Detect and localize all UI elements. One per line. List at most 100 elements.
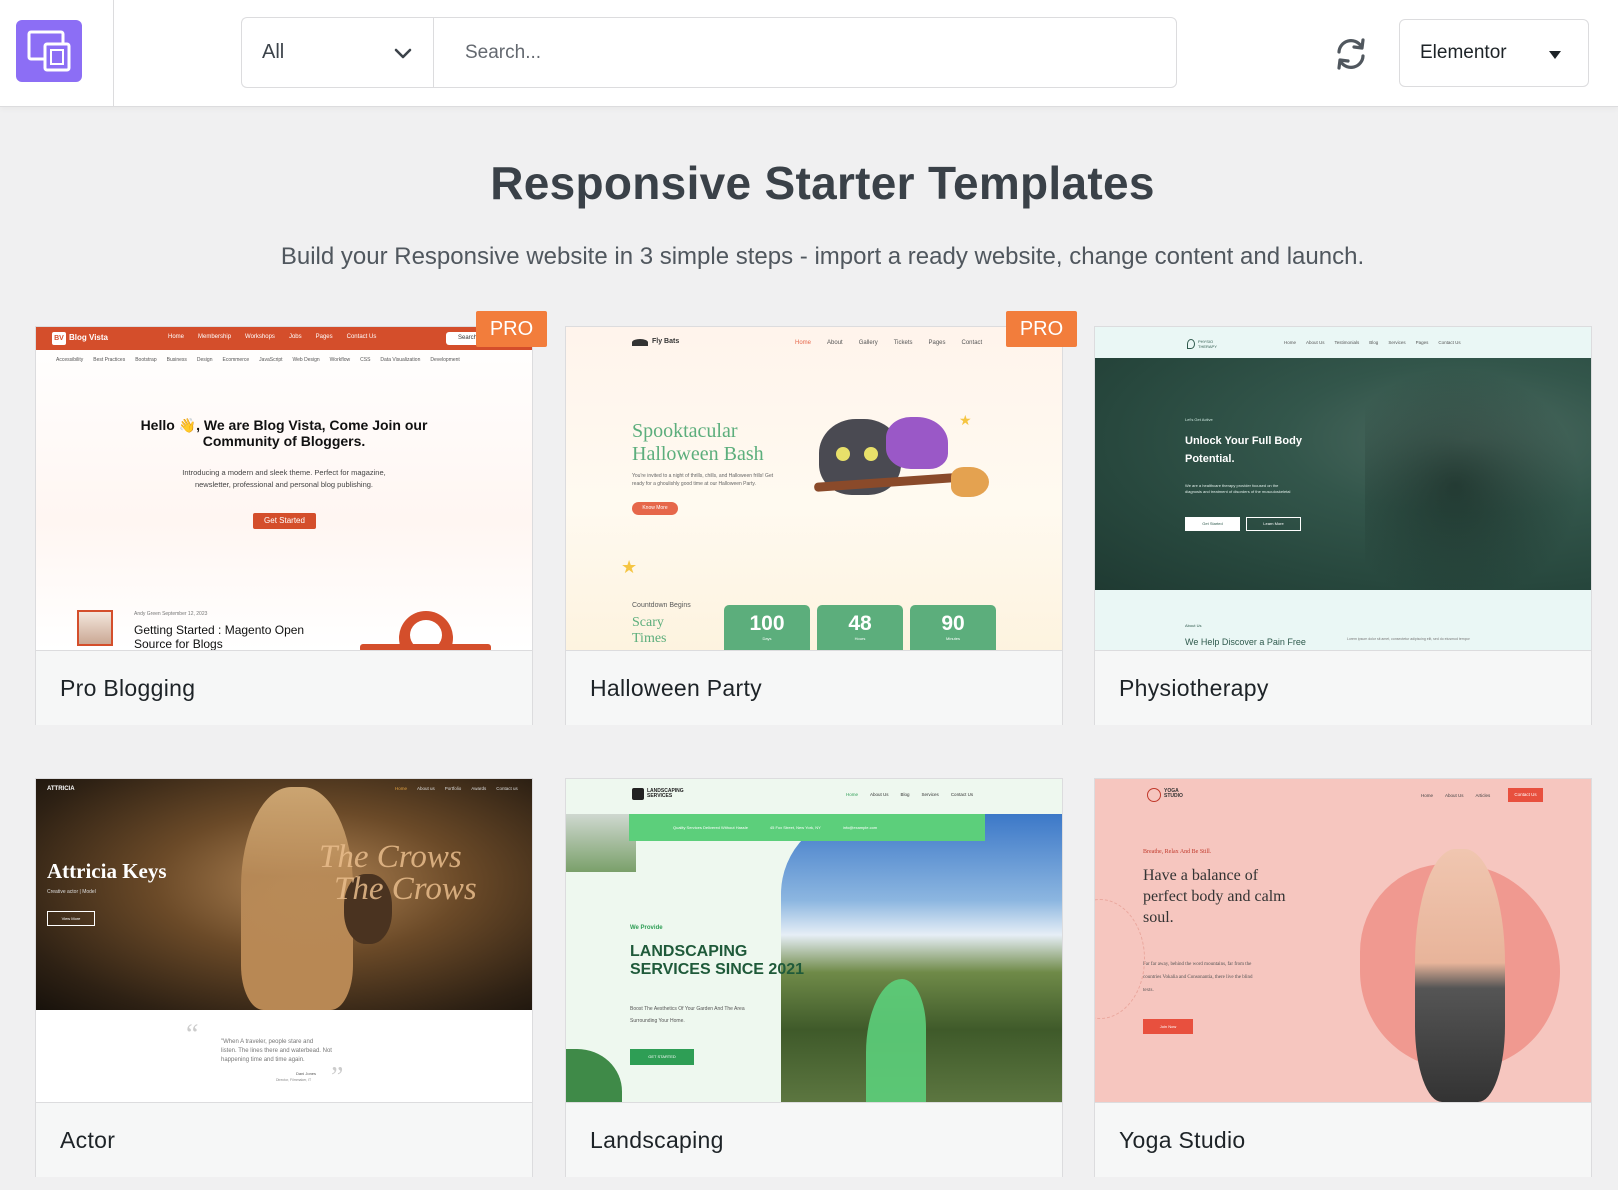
nav-link: Contact Us	[950, 792, 974, 797]
nav-link: Pages	[1415, 340, 1429, 345]
nav-link: Membership	[198, 334, 232, 340]
text-line: ready for a ghoulishly good time at our …	[632, 481, 756, 487]
overlay-line: The Crows	[319, 839, 462, 875]
template-preview[interactable]: YOGA STUDIO Home About Us Articles Conta…	[1095, 779, 1591, 1102]
template-name[interactable]: Physiotherapy	[1095, 650, 1591, 725]
headline-line: Community of Bloggers.	[202, 433, 366, 449]
sync-icon[interactable]	[1333, 36, 1369, 72]
pro-badge: PRO	[1006, 311, 1077, 347]
nav-link: About	[827, 340, 843, 346]
text-line: Far far away, behind the word mountains,…	[1143, 962, 1252, 967]
nav-link: Tickets	[893, 340, 913, 346]
template-name[interactable]: Landscaping	[566, 1102, 1062, 1177]
yoga-logo-icon	[1147, 788, 1161, 802]
template-name[interactable]: Actor	[36, 1102, 532, 1177]
preview-nav-links: Home About Us Blog Services Contact Us	[846, 792, 973, 797]
quote-close-icon: ”	[331, 1062, 344, 1093]
headline-line: LANDSCAPING	[630, 943, 748, 960]
category-link: Design	[196, 357, 213, 363]
nav-link: Pages	[315, 334, 333, 340]
preview-categories: Accessibility Best Practices Bootstrap B…	[56, 357, 460, 363]
info-item: 45 Fox Street, New York, NY	[769, 825, 821, 830]
headline-line: Have a balance of	[1143, 867, 1259, 884]
preview-text: We are a healthcare therapy provider foc…	[1185, 483, 1290, 495]
category-filter-select[interactable]: All	[241, 17, 433, 88]
countdown-unit: Hours	[854, 636, 866, 641]
template-preview[interactable]: BV Blog Vista Home Membership Workshops …	[36, 327, 532, 650]
template-preview[interactable]: ATTRICIA Home About us Portfolio Awards …	[36, 779, 532, 1102]
app-logo-icon[interactable]	[16, 20, 82, 82]
preview-search-label: Search	[458, 335, 478, 341]
quote-open-icon: “	[186, 1019, 199, 1050]
category-link: CSS	[360, 357, 371, 363]
nav-link: Portfolio	[444, 786, 462, 791]
preview-brand: Fly Bats	[652, 338, 680, 345]
countdown-label: Countdown Begins	[632, 602, 691, 609]
text-line: countries Vokalia and Consonantia, there…	[1143, 975, 1253, 980]
headline-line: Potential.	[1185, 453, 1235, 465]
category-link: JavaScript	[259, 357, 283, 363]
nav-link: Home	[795, 340, 812, 346]
nav-link: Testimonials	[1334, 340, 1360, 345]
category-link: Accessibility	[56, 357, 84, 363]
countdown-unit: Days	[762, 636, 772, 641]
logo-cell	[0, 0, 114, 107]
hero-kicker: Let's Get Active	[1185, 417, 1213, 422]
template-preview[interactable]: PHYSIO THERAPY Home About Us Testimonial…	[1095, 327, 1591, 650]
physio-logo-icon	[1187, 339, 1195, 349]
preview-cta: GET STARTED	[630, 1049, 694, 1065]
nav-link: Home	[168, 334, 185, 340]
preview-nav-links: Home About Us Articles	[1421, 793, 1490, 798]
preview-cta: View More	[47, 911, 95, 926]
countdown-value: 48	[848, 612, 872, 635]
template-card-actor[interactable]: ATTRICIA Home About us Portfolio Awards …	[35, 778, 533, 1177]
section-kicker: Breathe, Relax And Be Still.	[1143, 849, 1212, 855]
template-name[interactable]: Halloween Party	[566, 650, 1062, 725]
brand-line: SERVICES	[647, 793, 673, 799]
preview-headline: Unlock Your Full Body Potential.	[1185, 432, 1302, 468]
category-link: Workflow	[329, 357, 351, 363]
section-text: Lorem ipsum dolor sit amet, consectetur …	[1347, 637, 1470, 641]
template-card-pro-blogging[interactable]: BV Blog Vista Home Membership Workshops …	[35, 326, 533, 725]
text-line: You're invited to a night of thrills, ch…	[632, 473, 774, 479]
preview-brand: PHYSIO THERAPY	[1198, 339, 1217, 349]
category-filter-value: All	[262, 41, 285, 63]
cat-eye	[864, 447, 878, 461]
template-preview[interactable]: Fly Bats Home About Gallery Tickets Page…	[566, 327, 1062, 650]
template-name[interactable]: Yoga Studio	[1095, 1102, 1591, 1177]
nav-link: Services	[921, 792, 939, 797]
text-line: Surrounding Your Home.	[630, 1018, 685, 1024]
hero-name: Attricia Keys	[47, 859, 167, 883]
overlay-title: The Crows The Crows	[319, 839, 477, 906]
nav-link: Contact Us	[1438, 340, 1461, 345]
template-card-halloween-party[interactable]: Fly Bats Home About Gallery Tickets Page…	[565, 326, 1063, 725]
template-preview[interactable]: LANDSCAPING SERVICES Home About Us Blog …	[566, 779, 1062, 1102]
headline-line: Unlock Your Full Body	[1185, 435, 1302, 447]
category-link: Development	[430, 357, 460, 363]
preview-nav: BV Blog Vista Home Membership Workshops …	[36, 327, 532, 350]
quote-line: "When A traveler, people stare and	[221, 1039, 314, 1045]
nav-link: Home	[395, 786, 408, 791]
top-toolbar: All Elementor	[0, 0, 1618, 107]
preview-text: You're invited to a night of thrills, ch…	[632, 472, 773, 488]
scary-line: Scary	[632, 615, 664, 630]
nav-link: Home	[1421, 793, 1434, 798]
section-title: We Help Discover a Pain Free	[1185, 637, 1306, 647]
star-icon: ★	[621, 557, 638, 577]
template-card-physiotherapy[interactable]: PHYSIO THERAPY Home About Us Testimonial…	[1094, 326, 1592, 725]
headline-line: SERVICES SINCE 2021	[630, 961, 805, 978]
preview-nav-links: Home About Gallery Tickets Pages Contact	[795, 340, 982, 346]
gardener-photo	[566, 814, 636, 872]
template-name[interactable]: Pro Blogging	[36, 650, 532, 725]
search-input[interactable]	[433, 17, 1177, 88]
preview-headline: Spooktacular Halloween Bash	[632, 420, 764, 466]
nav-cta: Contact Us	[1508, 788, 1543, 802]
nav-link: Jobs	[288, 334, 302, 340]
template-card-yoga-studio[interactable]: YOGA STUDIO Home About Us Articles Conta…	[1094, 778, 1592, 1177]
bat-logo-icon	[632, 339, 648, 346]
page-builder-value: Elementor	[1420, 42, 1507, 63]
page-builder-select[interactable]: Elementor	[1399, 19, 1589, 87]
post-title: Getting Started : Magento Open Source fo…	[134, 623, 304, 650]
headline-line: Hello 👋, We are Blog Vista, Come Join ou…	[140, 417, 428, 433]
template-card-landscaping[interactable]: LANDSCAPING SERVICES Home About Us Blog …	[565, 778, 1063, 1177]
